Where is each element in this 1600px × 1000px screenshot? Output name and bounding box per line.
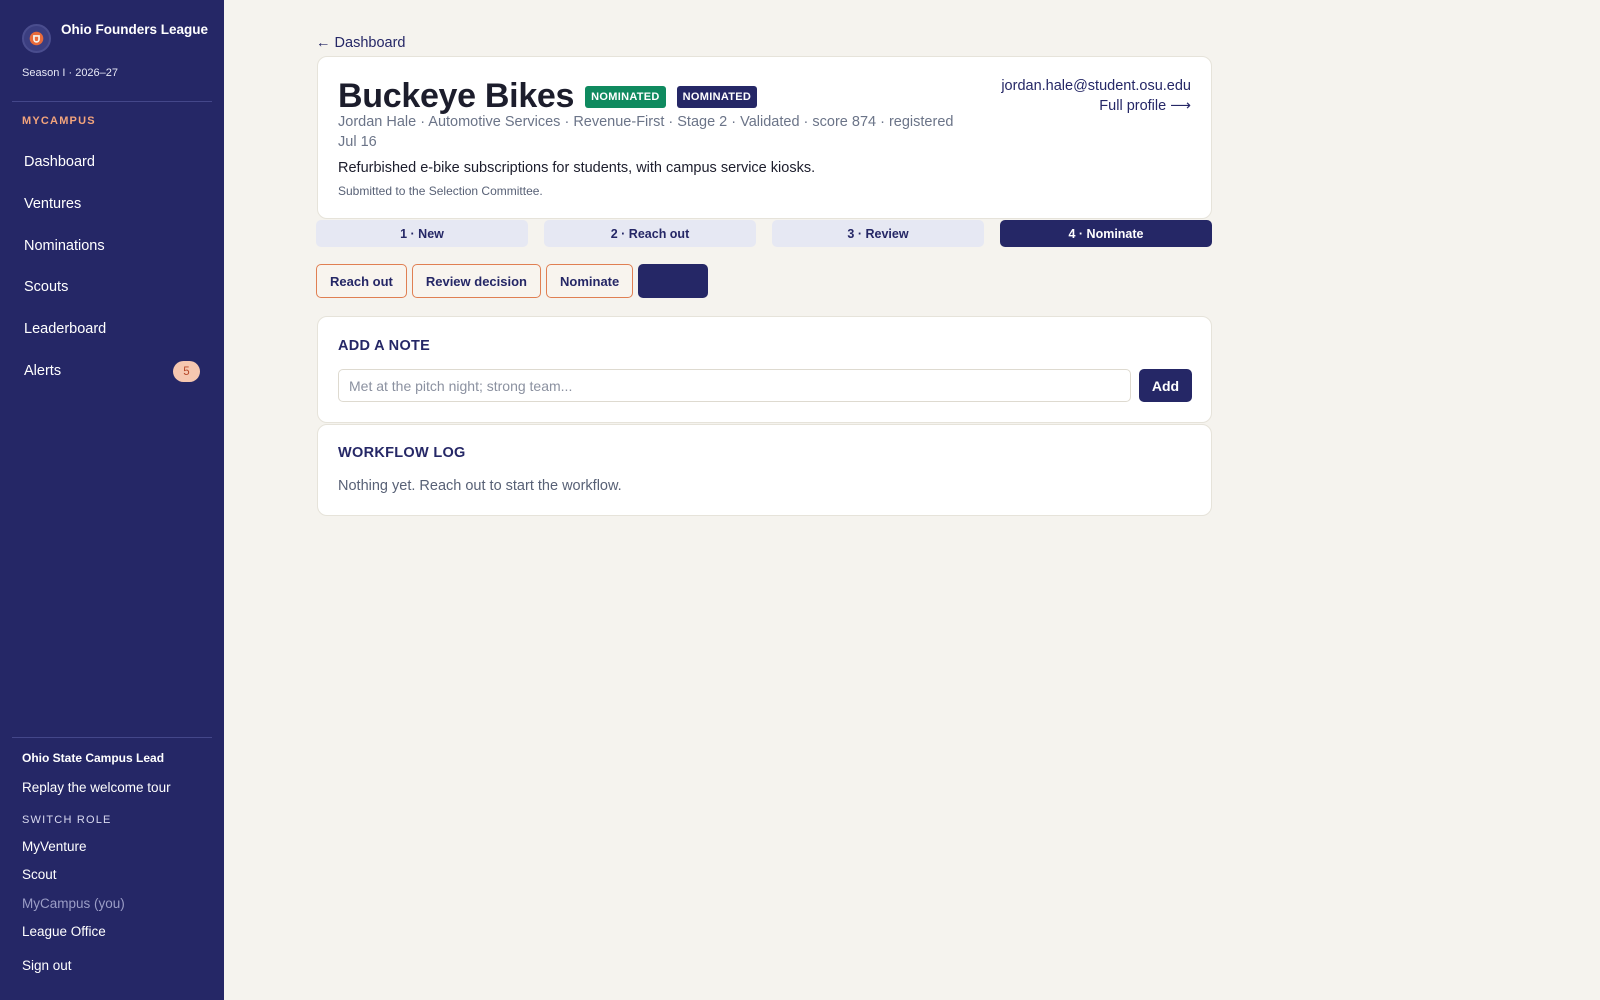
workflow-actions: Reach out Review decision Nominate: [316, 264, 709, 298]
sidebar-item-ventures[interactable]: Ventures: [12, 186, 212, 222]
step-review[interactable]: 3 · Review: [772, 220, 984, 247]
status-badge: NOMINATED: [676, 85, 758, 108]
league-logo-icon: [22, 24, 51, 53]
role-myventure-link[interactable]: MyVenture: [22, 839, 87, 854]
sidebar-item-label: Leaderboard: [24, 321, 107, 337]
workflow-log-title: WORKFLOW LOG: [338, 445, 466, 461]
step-new[interactable]: 1 · New: [316, 220, 528, 247]
brand-name: Ohio Founders League: [61, 22, 209, 37]
sidebar-item-nominations[interactable]: Nominations: [12, 228, 212, 264]
sidebar-item-alerts[interactable]: Alerts 5: [12, 353, 212, 389]
replay-tour-link[interactable]: Replay the welcome tour: [22, 780, 171, 795]
unlabeled-action-button[interactable]: [638, 264, 709, 298]
back-to-dashboard-link[interactable]: ← Dashboard: [316, 35, 405, 51]
add-note-button[interactable]: Add: [1139, 369, 1192, 402]
sidebar-item-leaderboard[interactable]: Leaderboard: [12, 311, 212, 347]
season-label: Season I · 2026–27: [22, 67, 119, 79]
sidebar-item-label: Ventures: [24, 196, 82, 212]
role-league-office-link[interactable]: League Office: [22, 924, 106, 939]
review-decision-button[interactable]: Review decision: [411, 264, 541, 298]
brand[interactable]: Ohio Founders League: [22, 20, 212, 53]
sidebar-divider: [12, 737, 212, 738]
venture-meta: Jordan Hale · Automotive Services · Reve…: [338, 114, 954, 150]
step-nominate[interactable]: 4 · Nominate: [1000, 220, 1212, 247]
add-note-card: ADD A NOTE Add: [317, 316, 1212, 423]
alerts-count-badge: 5: [173, 361, 200, 382]
sign-out-link[interactable]: Sign out: [22, 958, 72, 973]
sidebar: Ohio Founders League Season I · 2026–27 …: [0, 0, 224, 1000]
sidebar-item-label: Scouts: [24, 279, 69, 295]
step-reach-out[interactable]: 2 · Reach out: [544, 220, 756, 247]
founder-email-link[interactable]: jordan.hale@student.osu.edu: [1001, 78, 1191, 94]
workflow-stepper: 1 · New 2 · Reach out 3 · Review 4 · Nom…: [316, 220, 1212, 247]
status-badge: NOMINATED: [585, 85, 666, 108]
role-mycampus-current: MyCampus (you): [22, 896, 125, 911]
sidebar-item-label: Alerts: [24, 363, 62, 379]
title-row: Buckeye Bikes NOMINATED NOMINATED: [338, 77, 758, 116]
add-note-title: ADD A NOTE: [338, 338, 431, 354]
switch-role-label: SWITCH ROLE: [22, 814, 112, 826]
nominate-button[interactable]: Nominate: [546, 264, 634, 298]
sidebar-item-dashboard[interactable]: Dashboard: [12, 144, 212, 180]
current-role-title: Ohio State Campus Lead: [22, 751, 165, 765]
venture-header-card: Buckeye Bikes NOMINATED NOMINATED Jordan…: [317, 56, 1212, 219]
note-input[interactable]: [338, 369, 1131, 402]
role-scout-link[interactable]: Scout: [22, 867, 57, 882]
venture-description: Refurbished e-bike subscriptions for stu…: [338, 160, 816, 176]
section-label: MYCAMPUS: [22, 115, 96, 127]
sidebar-item-label: Dashboard: [24, 154, 95, 170]
submission-status: Submitted to the Selection Committee.: [338, 184, 543, 198]
workflow-log-card: WORKFLOW LOG Nothing yet. Reach out to s…: [317, 424, 1212, 516]
full-profile-link[interactable]: Full profile ⟶: [1099, 98, 1191, 114]
sidebar-item-scouts[interactable]: Scouts: [12, 269, 212, 305]
sidebar-item-label: Nominations: [24, 238, 105, 254]
venture-title: Buckeye Bikes: [338, 77, 575, 115]
sidebar-divider: [12, 101, 212, 102]
reach-out-button[interactable]: Reach out: [316, 264, 407, 298]
workflow-log-empty-text: Nothing yet. Reach out to start the work…: [338, 478, 622, 494]
